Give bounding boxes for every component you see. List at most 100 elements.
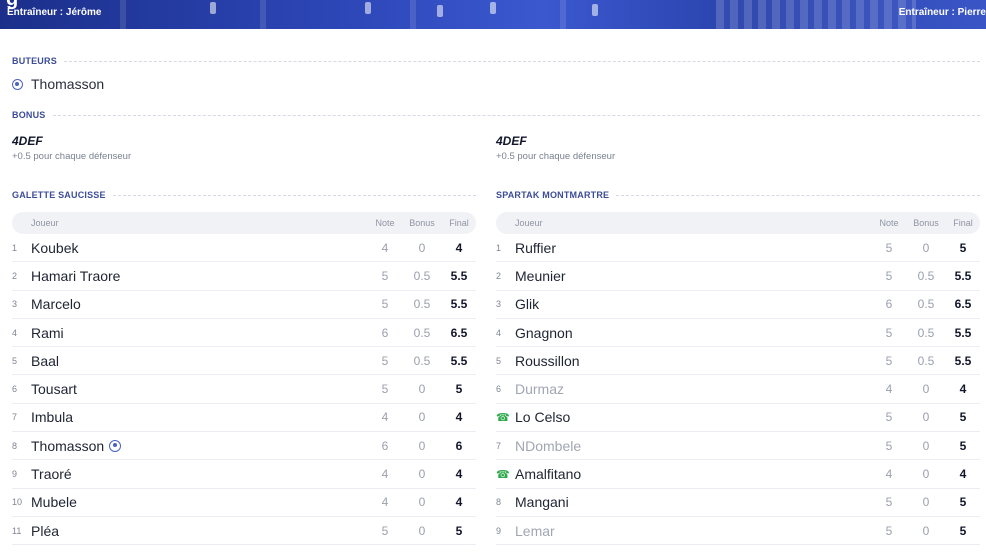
player-final: 5.5 [954, 353, 972, 368]
player-bonus: 0.5 [413, 268, 431, 283]
player-note: 5 [381, 297, 389, 312]
player-name-text: Lemar [515, 522, 555, 539]
column-header-final: Final [953, 218, 973, 228]
player-bonus: 0.5 [413, 325, 431, 340]
table-row: 11 Pléa 5 0 5 [12, 517, 476, 546]
table-row: 5 Roussillon 5 0.5 5.5 [496, 347, 980, 376]
player-name: Lemar [515, 523, 872, 539]
table-row: 1 Ruffier 5 0 5 [496, 234, 980, 263]
table-row: 9 Lemar 5 0 5 [496, 517, 980, 546]
player-name-text: Glik [515, 296, 540, 313]
player-note: 5 [885, 410, 893, 425]
bonus-right: 4DEF +0.5 pour chaque défenseur [496, 134, 615, 162]
player-final: 4 [455, 240, 463, 255]
soccer-ball-icon [109, 439, 122, 452]
table-row: ☎ Amalfitano 4 0 4 [496, 460, 980, 489]
table-row: 4 Rami 6 0.5 6.5 [12, 319, 476, 348]
player-note: 5 [885, 495, 893, 510]
bonus-name: 4DEF [12, 134, 43, 148]
table-row: 2 Hamari Traore 5 0.5 5.5 [12, 262, 476, 291]
substitution-phone-icon: ☎ [496, 411, 510, 424]
player-name-text: Koubek [31, 239, 79, 256]
player-name: Durmaz [515, 381, 872, 397]
player-note: 6 [381, 438, 389, 453]
team-right-title: SPARTAK MONTMARTRE [496, 190, 980, 200]
player-note: 4 [885, 382, 893, 397]
player-note: 5 [381, 268, 389, 283]
player-bonus: 0 [418, 382, 426, 397]
player-bonus: 0.5 [917, 325, 935, 340]
coach-right: Entraîneur : Pierre [898, 7, 986, 18]
player-name: Marcelo [31, 296, 368, 312]
player-name-text: Gnagnon [515, 324, 573, 341]
player-name-text: Mangani [515, 494, 569, 511]
player-name: Pléa [31, 523, 368, 539]
player-final: 6.5 [450, 325, 468, 340]
player-note: 5 [381, 523, 389, 538]
column-header-player: Joueur [515, 218, 543, 228]
player-note: 5 [885, 438, 893, 453]
table-row: 6 Durmaz 4 0 4 [496, 375, 980, 404]
column-header-final: Final [449, 218, 469, 228]
coach-left: Entraîneur : Jérôme [7, 7, 102, 18]
row-number: 9 [496, 525, 502, 536]
player-final: 6 [455, 438, 463, 453]
player-name: Ruffier [515, 240, 872, 256]
table-row: 10 Mubele 4 0 4 [12, 489, 476, 517]
bonus-description: +0.5 pour chaque défenseur [12, 151, 132, 162]
player-bonus: 0 [418, 410, 426, 425]
player-bonus: 0 [922, 240, 930, 255]
player-name: Roussillon [515, 353, 872, 369]
row-number: 11 [12, 525, 22, 536]
column-header-note: Note [375, 218, 395, 228]
player-final: 4 [455, 495, 463, 510]
player-final: 5 [959, 240, 967, 255]
player-final: 4 [959, 467, 967, 482]
player-name: Meunier [515, 268, 872, 284]
table-row: 8 Mangani 5 0 5 [496, 489, 980, 517]
player-name: Imbula [31, 409, 368, 425]
row-number: 9 [12, 469, 18, 480]
player-name: Traoré [31, 466, 368, 482]
player-note: 4 [885, 467, 893, 482]
row-number: 5 [12, 355, 18, 366]
table-row: ☎ Lo Celso 5 0 5 [496, 404, 980, 433]
player-bonus: 0 [922, 467, 930, 482]
row-number: 6 [496, 384, 502, 395]
row-number: 2 [12, 270, 18, 281]
player-final: 5 [959, 410, 967, 425]
player-bonus: 0.5 [917, 297, 935, 312]
player-note: 4 [381, 410, 389, 425]
player-bonus: 0 [922, 410, 930, 425]
player-final: 5.5 [450, 297, 468, 312]
row-number: 2 [496, 270, 502, 281]
table-row: 3 Glik 6 0.5 6.5 [496, 291, 980, 319]
player-note: 6 [381, 325, 389, 340]
row-number: 4 [496, 327, 502, 338]
player-final: 5 [959, 495, 967, 510]
player-note: 5 [885, 353, 893, 368]
player-name-text: Meunier [515, 267, 566, 284]
player-final: 5.5 [954, 325, 972, 340]
table-row: 5 Baal 5 0.5 5.5 [12, 347, 476, 376]
table-row: 1 Koubek 4 0 4 [12, 234, 476, 263]
table-row: 3 Marcelo 5 0.5 5.5 [12, 291, 476, 319]
player-final: 4 [455, 467, 463, 482]
player-name: Hamari Traore [31, 268, 368, 284]
player-note: 6 [885, 297, 893, 312]
scorer-item: Thomasson [12, 76, 104, 92]
player-name-text: Hamari Traore [31, 267, 121, 284]
player-name-text: Durmaz [515, 381, 565, 398]
player-final: 5 [455, 523, 463, 538]
table-row: 8 Thomasson 6 0 6 [12, 432, 476, 461]
player-bonus: 0.5 [413, 297, 431, 312]
row-number: 7 [496, 440, 502, 451]
column-header-note: Note [879, 218, 899, 228]
player-bonus: 0 [922, 495, 930, 510]
row-number: 8 [12, 440, 18, 451]
player-name-text: Tousart [31, 381, 77, 398]
player-name: Glik [515, 296, 872, 312]
team-right-table: Joueur Note Bonus Final 1 Ruffier 5 0 5 2 Meun… [496, 212, 980, 546]
row-number: 3 [12, 299, 18, 310]
player-bonus: 0 [418, 523, 426, 538]
